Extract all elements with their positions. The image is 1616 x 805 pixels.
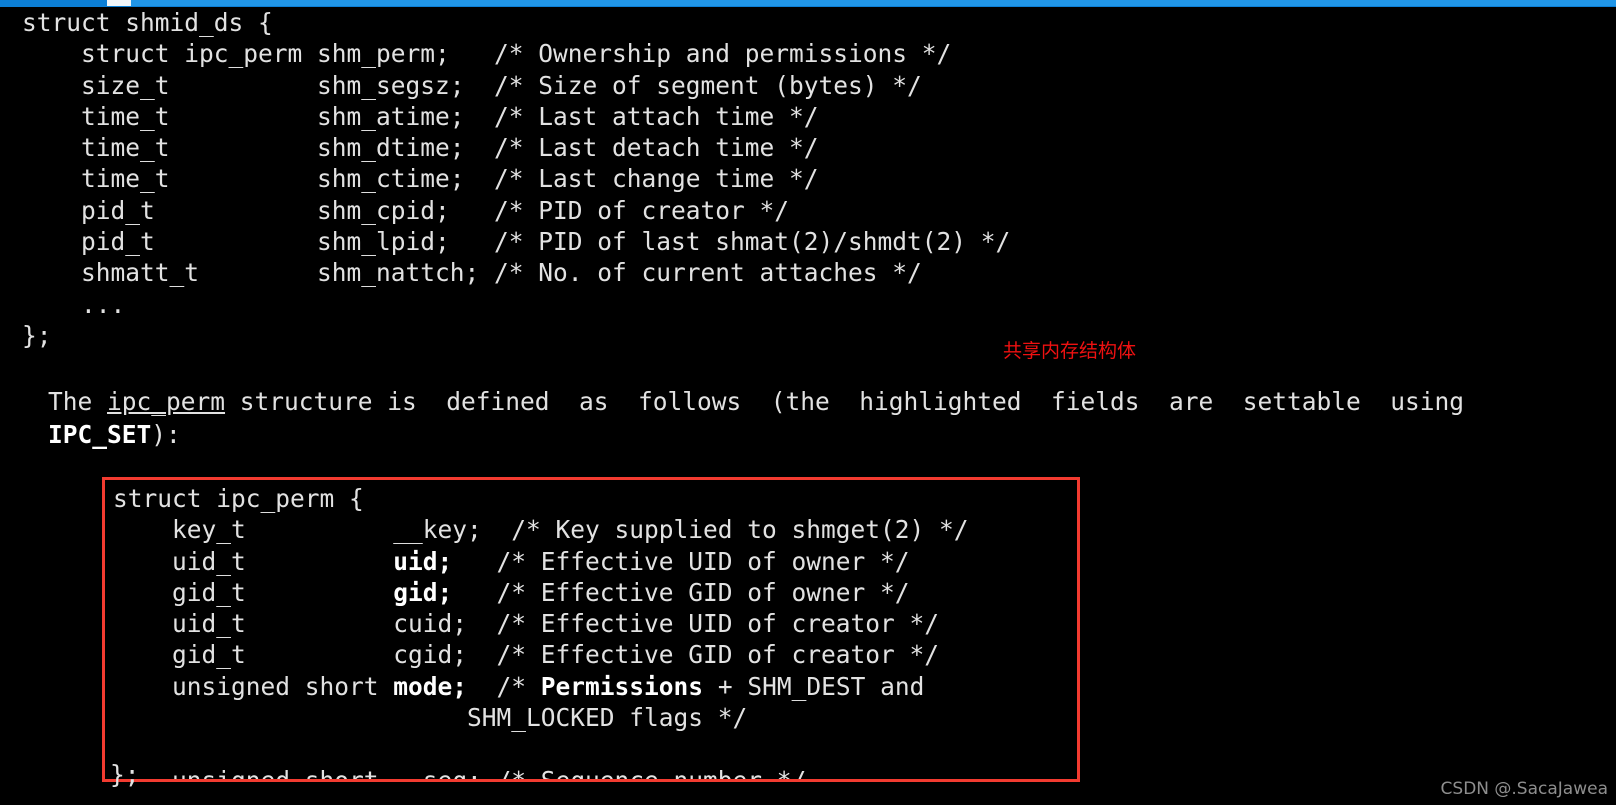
ipc-perm-paragraph: The ipc_perm structure is defined as fol… [48, 385, 1608, 451]
highlighted-field: gid; [393, 577, 453, 607]
paragraph-line-1: The ipc_perm structure is defined as fol… [48, 385, 1608, 418]
paragraph-text-after: structure is defined as follows (the hig… [225, 387, 1465, 416]
ipc-perm-link[interactable]: ipc_perm [107, 387, 225, 416]
paragraph-line2-rest: ): [151, 420, 181, 449]
top-scroll-strip[interactable] [0, 0, 1616, 7]
shmid-ds-code-block: struct shmid_ds { struct ipc_perm shm_pe… [22, 8, 1011, 350]
csdn-watermark: CSDN @.SacaJawea [1440, 779, 1608, 799]
ipc-perm-code-block: struct ipc_perm { key_t __key; /* Key su… [113, 484, 969, 782]
paragraph-line-2: IPC_SET): [48, 418, 1608, 451]
scroll-track[interactable] [131, 0, 1616, 6]
highlighted-comment-term: Permissions [540, 671, 704, 701]
highlighted-field: mode; [393, 671, 468, 701]
ipc-set-keyword: IPC_SET [48, 420, 152, 449]
ipc-perm-highlight-box: struct ipc_perm { key_t __key; /* Key su… [102, 477, 1080, 782]
scroll-thumb[interactable] [107, 0, 131, 6]
chinese-annotation-label: 共享内存结构体 [1003, 340, 1137, 362]
terminal-viewport: struct shmid_ds { struct ipc_perm shm_pe… [0, 7, 1616, 805]
highlighted-field: uid; [393, 546, 453, 576]
paragraph-text-before: The [48, 387, 108, 416]
ipc-perm-closing-brace: }; [110, 760, 140, 789]
